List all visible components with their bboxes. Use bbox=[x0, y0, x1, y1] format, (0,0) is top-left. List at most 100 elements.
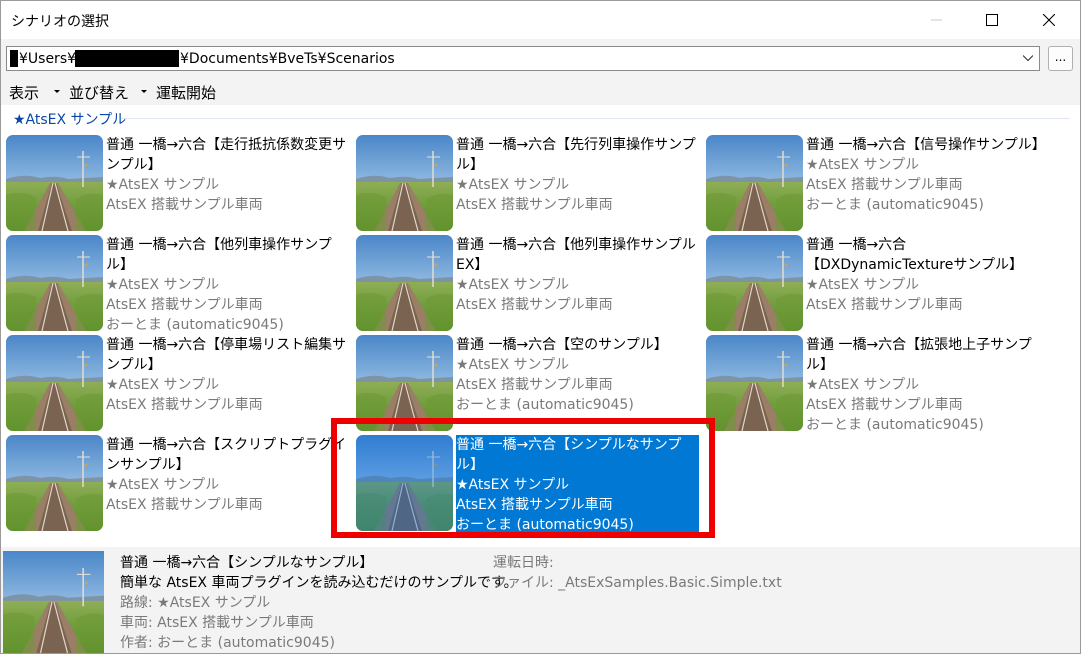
scenario-tile[interactable]: 普通 一橋→六合【走行抵抗係数変更サンプル】 ★AtsEX サンプル AtsEX 搭… bbox=[6, 135, 351, 231]
scenario-vehicle: AtsEX 搭載サンプル車両 bbox=[106, 397, 263, 413]
scenario-author: おーとま (automatic9045) bbox=[806, 197, 984, 213]
scenario-info: 普通 一橋→六合【他列車操作サンプルEX】 ★AtsEX サンプル AtsEX 搭載… bbox=[456, 235, 699, 315]
scenario-thumbnail bbox=[6, 335, 103, 431]
detail-last-run: 運転日時: bbox=[493, 555, 554, 571]
scenario-tile[interactable]: 普通 一橋→六合【空のサンプル】 ★AtsEX サンプル AtsEX 搭載サンプル車… bbox=[356, 335, 701, 431]
menu-view-caret-icon bbox=[54, 90, 60, 93]
scenario-tile[interactable]: 普通 一橋→六合【停車場リスト編集サンプル】 ★AtsEX サンプル AtsEX 搭… bbox=[6, 335, 351, 431]
close-button[interactable] bbox=[1026, 1, 1072, 39]
scenario-route: ★AtsEX サンプル bbox=[456, 357, 570, 373]
scenario-thumbnail bbox=[706, 235, 803, 331]
scenario-details-panel: 普通 一橋→六合【シンプルなサンプル】 簡単な AtsEX 車両プラグインを読み… bbox=[1, 547, 1080, 653]
scenario-route: ★AtsEX サンプル bbox=[456, 277, 570, 293]
path-suffix: ¥Documents¥BveTs¥Scenarios bbox=[180, 51, 395, 67]
scenario-thumbnail bbox=[6, 135, 103, 231]
annotation-highlight-box bbox=[331, 418, 715, 538]
scenario-tile[interactable]: 普通 一橋→六合【拡張地上子サンプル】 ★AtsEX サンプル AtsEX 搭載サン… bbox=[706, 335, 1051, 433]
scenario-tile[interactable]: 普通 一橋→六合【他列車操作サンプルEX】 ★AtsEX サンプル AtsEX 搭載… bbox=[356, 235, 701, 331]
scenario-info: 普通 一橋→六合【スクリプトプラグインサンプル】 ★AtsEX サンプル AtsEX… bbox=[106, 435, 349, 515]
scenario-route: ★AtsEX サンプル bbox=[106, 477, 220, 493]
scenario-title: 普通 一橋→六合【先行列車操作サンプル】 bbox=[456, 137, 696, 173]
scenario-vehicle: AtsEX 搭載サンプル車両 bbox=[456, 377, 613, 393]
redacted-username bbox=[75, 50, 179, 67]
browse-folder-button[interactable]: ... bbox=[1048, 46, 1073, 71]
scenario-title: 普通 一橋→六合【他列車操作サンプルEX】 bbox=[456, 237, 696, 273]
scenario-thumbnail bbox=[356, 335, 453, 431]
menu-sort[interactable]: 並び替え bbox=[69, 82, 129, 103]
scenario-route: ★AtsEX サンプル bbox=[806, 377, 920, 393]
window-title: シナリオの選択 bbox=[11, 14, 109, 30]
scenario-vehicle: AtsEX 搭載サンプル車両 bbox=[806, 177, 963, 193]
detail-info: 普通 一橋→六合【シンプルなサンプル】 簡単な AtsEX 車両プラグインを読み… bbox=[120, 553, 518, 653]
scenario-thumbnail bbox=[706, 135, 803, 231]
scenario-vehicle: AtsEX 搭載サンプル車両 bbox=[106, 197, 263, 213]
scenario-tile[interactable]: 普通 一橋→六合【DXDynamicTextureサンプル】 ★AtsEX サンプ… bbox=[706, 235, 1051, 331]
scenario-vehicle: AtsEX 搭載サンプル車両 bbox=[456, 197, 613, 213]
scenario-author: おーとま (automatic9045) bbox=[456, 397, 634, 413]
scenario-vehicle: AtsEX 搭載サンプル車両 bbox=[106, 297, 263, 313]
scenario-route: ★AtsEX サンプル bbox=[806, 157, 920, 173]
detail-title: 普通 一橋→六合【シンプルなサンプル】 bbox=[120, 555, 374, 571]
detail-route: 路線: ★AtsEX サンプル bbox=[120, 595, 271, 611]
redacted-drive bbox=[10, 50, 18, 67]
group-header[interactable]: ★AtsEX サンプル bbox=[1, 107, 1080, 129]
scenario-info: 普通 一橋→六合【先行列車操作サンプル】 ★AtsEX サンプル AtsEX 搭載サ… bbox=[456, 135, 699, 215]
scenario-title: 普通 一橋→六合【他列車操作サンプル】 bbox=[106, 237, 332, 273]
scenario-info: 普通 一橋→六合【停車場リスト編集サンプル】 ★AtsEX サンプル AtsEX 搭… bbox=[106, 335, 349, 415]
maximize-button[interactable] bbox=[969, 1, 1015, 39]
scenario-route: ★AtsEX サンプル bbox=[106, 177, 220, 193]
scenario-vehicle: AtsEX 搭載サンプル車両 bbox=[806, 397, 963, 413]
scenario-title: 普通 一橋→六合【空のサンプル】 bbox=[456, 337, 668, 353]
scenario-route: ★AtsEX サンプル bbox=[456, 177, 570, 193]
chevron-down-icon[interactable] bbox=[1023, 54, 1033, 62]
title-bar: シナリオの選択 bbox=[1, 1, 1080, 39]
scenario-title: 普通 一橋→六合【走行抵抗係数変更サンプル】 bbox=[106, 137, 347, 173]
scenario-thumbnail bbox=[6, 235, 103, 331]
scenario-thumbnail bbox=[6, 435, 103, 531]
detail-vehicle: 車両: AtsEX 搭載サンプル車両 bbox=[120, 615, 314, 631]
scenario-route: ★AtsEX サンプル bbox=[106, 377, 220, 393]
menu-bar: 表示 並び替え 運転開始 bbox=[1, 79, 1080, 105]
scenario-vehicle: AtsEX 搭載サンプル車両 bbox=[456, 297, 613, 313]
scenario-title: 普通 一橋→六合【停車場リスト編集サンプル】 bbox=[106, 337, 347, 373]
scenario-author: おーとま (automatic9045) bbox=[106, 317, 284, 333]
scenario-vehicle: AtsEX 搭載サンプル車両 bbox=[106, 497, 263, 513]
scenario-route: ★AtsEX サンプル bbox=[106, 277, 220, 293]
scenario-info: 普通 一橋→六合【他列車操作サンプル】 ★AtsEX サンプル AtsEX 搭載サン… bbox=[106, 235, 349, 335]
scenario-vehicle: AtsEX 搭載サンプル車両 bbox=[806, 297, 963, 313]
scenario-title: 普通 一橋→六合【信号操作サンプル】 bbox=[806, 137, 1046, 153]
scenario-thumbnail bbox=[356, 135, 453, 231]
menu-view[interactable]: 表示 bbox=[9, 82, 39, 103]
minimize-button[interactable] bbox=[914, 1, 960, 39]
scenario-thumbnail bbox=[706, 335, 803, 431]
close-icon bbox=[1043, 14, 1055, 26]
scenario-info: 普通 一橋→六合【空のサンプル】 ★AtsEX サンプル AtsEX 搭載サンプル車… bbox=[456, 335, 699, 415]
group-header-divider bbox=[121, 118, 1070, 119]
scenario-info: 普通 一橋→六合【拡張地上子サンプル】 ★AtsEX サンプル AtsEX 搭載サン… bbox=[806, 335, 1049, 435]
scenario-author: おーとま (automatic9045) bbox=[806, 417, 984, 433]
path-bar: ¥Users¥ ¥Documents¥BveTs¥Scenarios ... bbox=[1, 39, 1080, 79]
detail-description: 簡単な AtsEX 車両プラグインを読み込むだけのサンプルです。 bbox=[120, 575, 518, 591]
group-header-label: ★AtsEX サンプル bbox=[13, 112, 127, 128]
scenario-tile[interactable]: 普通 一橋→六合【他列車操作サンプル】 ★AtsEX サンプル AtsEX 搭載サン… bbox=[6, 235, 351, 333]
scenario-route: ★AtsEX サンプル bbox=[806, 277, 920, 293]
detail-meta: 運転日時: ファイル: _AtsExSamples.Basic.Simple.t… bbox=[493, 553, 782, 593]
scenario-tile[interactable]: 普通 一橋→六合【スクリプトプラグインサンプル】 ★AtsEX サンプル AtsEX… bbox=[6, 435, 351, 531]
detail-file: ファイル: _AtsExSamples.Basic.Simple.txt bbox=[493, 575, 782, 591]
scenario-folder-path-combobox[interactable]: ¥Users¥ ¥Documents¥BveTs¥Scenarios bbox=[6, 46, 1040, 71]
detail-thumbnail bbox=[3, 551, 104, 653]
detail-author: 作者: おーとま (automatic9045) bbox=[120, 635, 335, 651]
scenario-info: 普通 一橋→六合【走行抵抗係数変更サンプル】 ★AtsEX サンプル AtsEX 搭… bbox=[106, 135, 349, 215]
scenario-tile[interactable]: 普通 一橋→六合【信号操作サンプル】 ★AtsEX サンプル AtsEX 搭載サンプ… bbox=[706, 135, 1051, 231]
scenario-title: 普通 一橋→六合【DXDynamicTextureサンプル】 bbox=[806, 237, 1023, 273]
scenario-thumbnail bbox=[356, 235, 453, 331]
menu-sort-caret-icon bbox=[141, 90, 147, 93]
scenario-tile[interactable]: 普通 一橋→六合【先行列車操作サンプル】 ★AtsEX サンプル AtsEX 搭載サ… bbox=[356, 135, 701, 231]
menu-start-driving[interactable]: 運転開始 bbox=[156, 82, 216, 103]
minimize-icon bbox=[931, 19, 942, 21]
scenario-title: 普通 一橋→六合【スクリプトプラグインサンプル】 bbox=[106, 437, 347, 473]
scenario-title: 普通 一橋→六合【拡張地上子サンプル】 bbox=[806, 337, 1032, 373]
maximize-icon bbox=[986, 14, 998, 26]
scenario-select-window: シナリオの選択 ¥Users¥ ¥Documents¥BveTs¥Scenari… bbox=[0, 0, 1081, 654]
path-prefix: ¥Users¥ bbox=[19, 51, 77, 67]
